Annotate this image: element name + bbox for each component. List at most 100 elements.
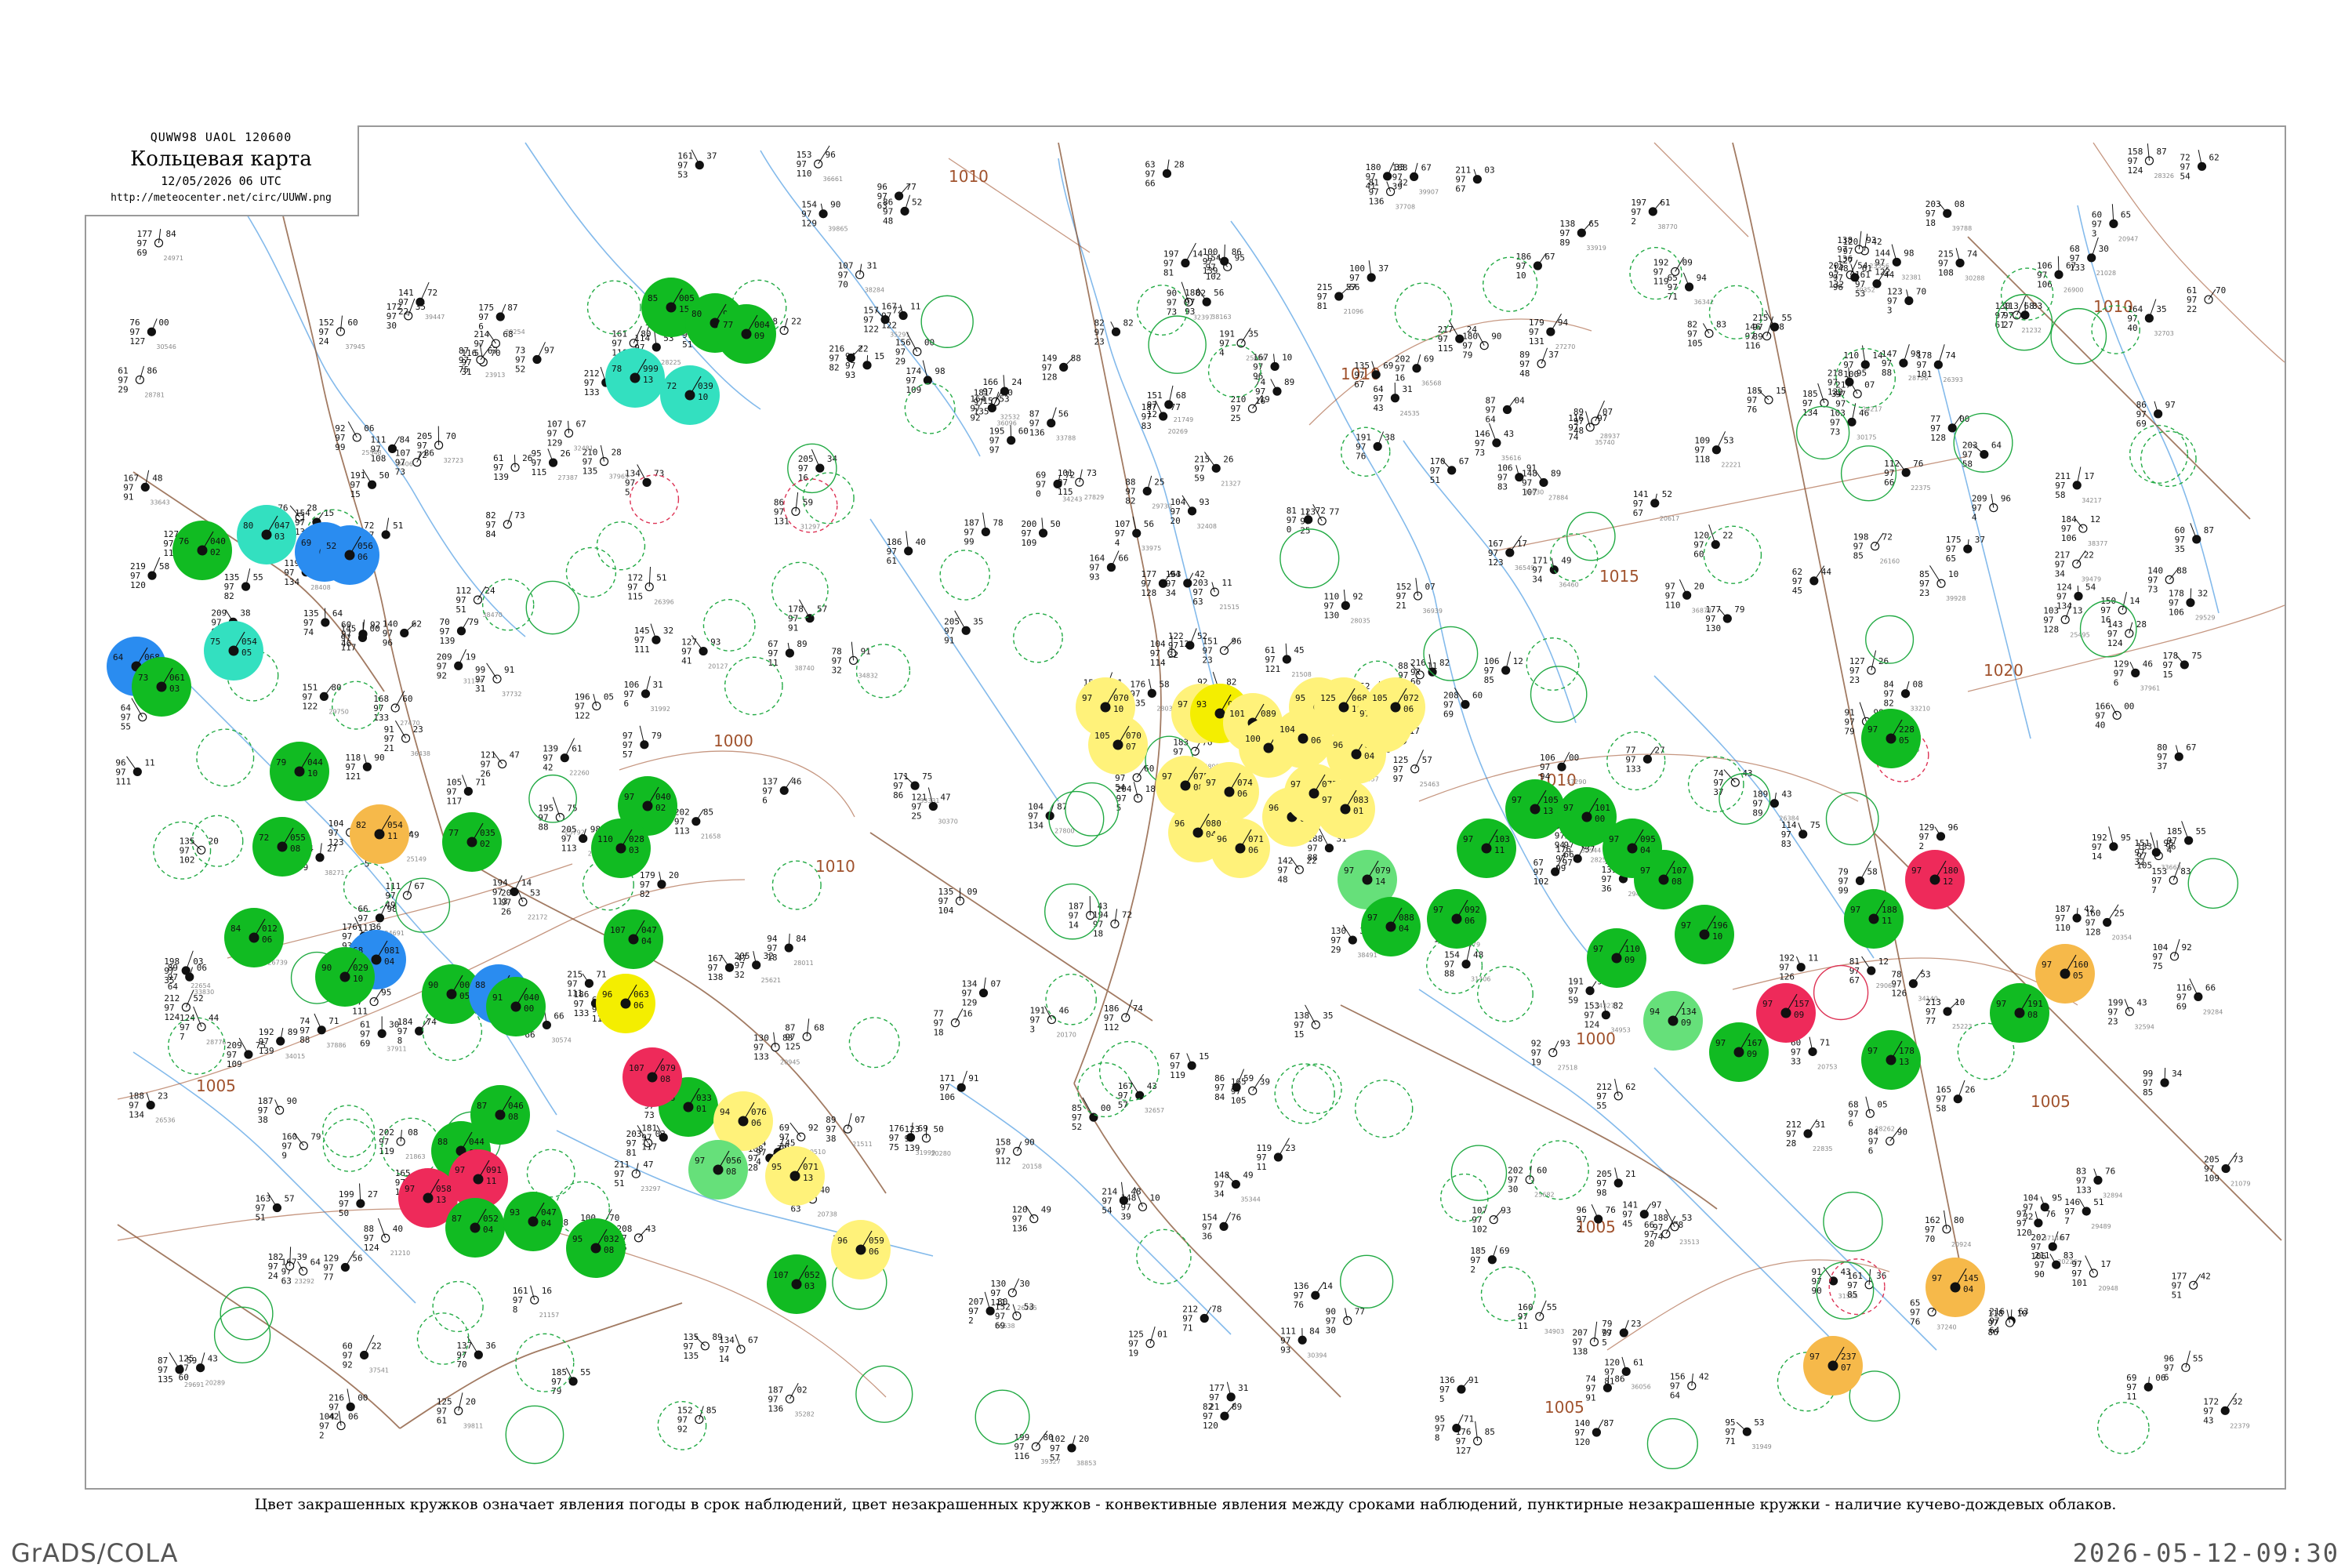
station-pressure: 047 bbox=[541, 1207, 557, 1218]
weather-station-yellow[interactable]: 96 05906 bbox=[831, 1220, 891, 1279]
svg-text:72: 72 bbox=[1316, 506, 1326, 516]
station-dew: 01 bbox=[696, 1104, 706, 1114]
svg-text:51: 51 bbox=[2172, 1290, 2182, 1300]
svg-text:69: 69 bbox=[1424, 354, 1434, 365]
weather-station-light_green[interactable]: 94 13409 bbox=[1643, 991, 1703, 1051]
station-dew: 04 bbox=[1399, 924, 1410, 934]
weather-station-yellow[interactable]: 97 07406 bbox=[1200, 762, 1259, 822]
cb-cloud-ring bbox=[1136, 285, 1188, 336]
station-plot: 18597692 bbox=[1470, 1245, 1510, 1275]
weather-station-orange[interactable]: 97 16005 bbox=[2035, 944, 2095, 1004]
weather-station-light_green[interactable]: 97 05608 bbox=[688, 1140, 748, 1200]
weather-station-bright_yellow[interactable]: 96 06306 bbox=[596, 974, 655, 1033]
weather-station-yellow[interactable]: 95 07113 bbox=[765, 1146, 825, 1206]
svg-text:29284: 29284 bbox=[2203, 1008, 2223, 1015]
weather-station-cyan[interactable]: 72 03910 bbox=[660, 365, 720, 425]
station-plot: 19897728526160 bbox=[1853, 532, 1900, 565]
weather-station-yellow[interactable]: 96 07106 bbox=[1210, 818, 1270, 878]
weather-station-yellow[interactable]: 97 08301 bbox=[1316, 779, 1375, 839]
weather-station-green[interactable]: 90 02910 bbox=[315, 947, 375, 1007]
station-pressure: 028 bbox=[629, 834, 644, 844]
station-temp: 97 bbox=[1512, 795, 1522, 805]
weather-station-green[interactable]: 107 05203 bbox=[767, 1254, 826, 1314]
weather-station-orange[interactable]: 97 14504 bbox=[1926, 1258, 1985, 1317]
render-timestamp: 2026-05-12-09:30 bbox=[2073, 1538, 2339, 1568]
svg-text:138: 138 bbox=[708, 972, 724, 982]
station-temp: 80 bbox=[243, 521, 253, 531]
weather-station-green[interactable]: 97 09206 bbox=[1427, 889, 1486, 949]
weather-station-cyan[interactable]: 80 04703 bbox=[237, 505, 296, 564]
weather-station-green[interactable]: 97 10708 bbox=[1634, 850, 1693, 909]
station-temp: 95 bbox=[572, 1234, 583, 1244]
station-temp: 97 bbox=[1609, 834, 1619, 844]
weather-station-green[interactable]: 91 04000 bbox=[486, 977, 546, 1036]
station-pressure: 032 bbox=[604, 1234, 619, 1244]
svg-text:23: 23 bbox=[1202, 655, 1212, 666]
svg-text:40: 40 bbox=[2095, 720, 2105, 730]
weather-station-green[interactable]: 77 03502 bbox=[442, 812, 502, 872]
svg-text:101: 101 bbox=[2071, 1278, 2087, 1288]
svg-text:59: 59 bbox=[1243, 1073, 1254, 1083]
weather-station-green[interactable]: 97 18811 bbox=[1844, 889, 1904, 949]
svg-text:22172: 22172 bbox=[528, 913, 547, 920]
isobar-label: 1005 bbox=[1544, 1398, 1584, 1417]
weather-station-green[interactable]: 93 04704 bbox=[503, 1192, 563, 1251]
weather-station-green[interactable]: 97 10513 bbox=[1505, 779, 1565, 839]
weather-station-orange[interactable]: 97 23707 bbox=[1803, 1336, 1863, 1396]
svg-text:99: 99 bbox=[1838, 885, 1849, 895]
station-dew: 13 bbox=[643, 375, 653, 385]
station-dew: 04 bbox=[641, 936, 652, 946]
weather-station-cyan[interactable]: 75 05405 bbox=[204, 621, 263, 681]
svg-text:25: 25 bbox=[1154, 477, 1164, 487]
weather-station-green[interactable]: 107 04704 bbox=[604, 909, 663, 969]
svg-text:59: 59 bbox=[187, 1356, 197, 1366]
weather-station-green[interactable]: 95 03208 bbox=[566, 1218, 626, 1278]
svg-text:51: 51 bbox=[393, 521, 403, 531]
station-temp: 97 bbox=[1809, 1352, 1820, 1362]
svg-text:88: 88 bbox=[2176, 565, 2187, 575]
station-plot: 156974264 bbox=[1670, 1372, 1709, 1401]
svg-text:43: 43 bbox=[1781, 789, 1791, 800]
weather-station-green[interactable]: 97 19108 bbox=[1990, 983, 2049, 1043]
weather-station-green[interactable]: 72 05508 bbox=[252, 817, 312, 877]
station-plot: 120972260 bbox=[1693, 524, 1733, 560]
station-plot: 12597206139811 bbox=[437, 1392, 483, 1430]
weather-station-green[interactable]: 97 16709 bbox=[1709, 1022, 1769, 1082]
weather-station-cyan[interactable]: 78 99913 bbox=[605, 348, 665, 408]
weather-station-green[interactable]: 97 11009 bbox=[1587, 928, 1646, 988]
weather-station-orange[interactable]: 82 05411 bbox=[350, 804, 409, 864]
svg-text:88: 88 bbox=[299, 1035, 310, 1045]
weather-station-green[interactable]: 110 02803 bbox=[591, 818, 651, 878]
weather-station-red[interactable]: 97 15709 bbox=[1756, 983, 1816, 1043]
station-pressure: 046 bbox=[508, 1101, 524, 1111]
svg-text:23: 23 bbox=[1094, 336, 1104, 347]
svg-text:35616: 35616 bbox=[1501, 455, 1521, 462]
svg-text:37886: 37886 bbox=[326, 1042, 346, 1049]
station-temp: 97 bbox=[1593, 944, 1603, 954]
weather-station-green[interactable]: 87 05204 bbox=[445, 1198, 505, 1258]
weather-station-green[interactable]: 97 08804 bbox=[1361, 897, 1421, 956]
weather-station-green[interactable]: 97 19610 bbox=[1675, 905, 1734, 964]
weather-station-green[interactable]: 84 01206 bbox=[224, 908, 284, 967]
map-url[interactable]: http://meteocenter.net/circ/UUWW.png bbox=[85, 192, 358, 204]
weather-station-green[interactable]: 77 00409 bbox=[717, 304, 776, 364]
weather-station-yellow[interactable]: 105 07206 bbox=[1366, 677, 1425, 737]
weather-station-green[interactable]: 76 04002 bbox=[172, 521, 232, 580]
weather-station-green[interactable]: 97 17813 bbox=[1861, 1030, 1921, 1090]
weather-station-green[interactable]: 97 10311 bbox=[1457, 818, 1516, 878]
station-temp: 69 bbox=[301, 538, 311, 548]
weather-station-blue[interactable]: 52 05606 bbox=[320, 525, 379, 585]
svg-text:93: 93 bbox=[845, 370, 855, 380]
weather-station-green[interactable]: 73 06103 bbox=[132, 657, 191, 717]
svg-text:39811: 39811 bbox=[463, 1423, 483, 1430]
svg-text:33210: 33210 bbox=[1911, 706, 1930, 713]
weather-station-red[interactable]: 97 18012 bbox=[1905, 850, 1965, 909]
weather-station-green[interactable]: 97 22805 bbox=[1861, 709, 1921, 768]
weather-station-yellow[interactable]: 105 07007 bbox=[1088, 715, 1148, 775]
weather-station-red[interactable]: 107 07908 bbox=[622, 1047, 682, 1107]
station-plot: 125970119 bbox=[1128, 1327, 1167, 1359]
svg-text:66: 66 bbox=[1145, 178, 1155, 188]
svg-text:89: 89 bbox=[288, 1027, 298, 1037]
weather-station-green[interactable]: 79 04410 bbox=[270, 742, 329, 801]
svg-text:36096: 36096 bbox=[996, 419, 1016, 426]
